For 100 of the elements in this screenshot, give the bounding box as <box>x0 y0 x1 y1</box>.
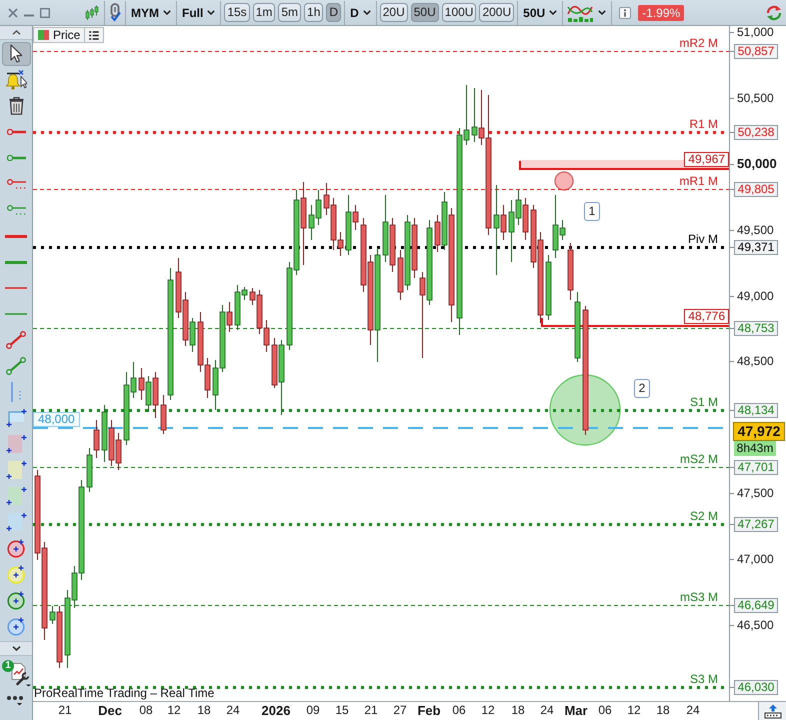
more-dots-icon <box>7 696 25 708</box>
date-label: 24 <box>226 702 240 719</box>
level-label: S3 M <box>690 672 718 686</box>
date-label: 18 <box>656 702 670 719</box>
circle-icon <box>7 590 25 610</box>
level-label: S2 M <box>690 509 718 523</box>
level-price-label: 48,753 <box>734 321 778 336</box>
tool-button[interactable] <box>2 42 30 66</box>
period-dropdown[interactable]: D <box>347 2 374 24</box>
level-price-label: 49,371 <box>734 240 778 255</box>
price-line-label: 48,000 <box>33 412 80 427</box>
date-label: 12 <box>627 702 641 719</box>
date-label: 24 <box>540 702 554 719</box>
change-percent-badge: -1.99% <box>638 4 684 20</box>
note-label: 2 <box>634 379 650 398</box>
level-label: mS2 M <box>680 452 718 466</box>
price-tick-label: 49,500 <box>737 222 774 238</box>
series-color-icon <box>38 30 49 40</box>
timeframe-button[interactable]: 1h <box>304 3 324 22</box>
date-label: 15 <box>335 702 349 719</box>
rectangle-icon <box>6 435 26 453</box>
line-price-label: 48,776 <box>684 309 729 324</box>
date-label: 27 <box>393 702 407 719</box>
link-tick-icon[interactable] <box>109 3 121 22</box>
date-label: 18 <box>511 702 525 719</box>
thick-line-icon <box>5 260 27 264</box>
chevron-down-icon <box>207 10 216 15</box>
note-label: 1 <box>584 202 600 221</box>
unit-button[interactable]: 200U <box>479 3 514 22</box>
timeframe-button[interactable]: D <box>326 3 342 22</box>
scroll-down-button[interactable] <box>0 641 32 656</box>
level-price-label: 47,267 <box>734 517 778 532</box>
date-label: 09 <box>306 702 320 719</box>
count-badge: 1 <box>2 660 14 672</box>
candlestick-icon[interactable] <box>85 4 99 20</box>
document-wrench-icon <box>11 663 31 687</box>
level-price-label: 50,857 <box>734 44 778 59</box>
price-tick-label: 50,500 <box>737 90 774 106</box>
date-label: 21 <box>58 702 72 719</box>
refresh-arrows-icon[interactable] <box>765 4 783 22</box>
level-price-label: 46,649 <box>734 598 778 613</box>
level-label: Piv M <box>688 232 718 246</box>
date-label: 08 <box>139 702 153 719</box>
level-label: S1 M <box>690 395 718 409</box>
level-price-label: 47,701 <box>734 460 778 475</box>
scroll-latest-button[interactable] <box>758 702 786 720</box>
date-label: 24 <box>686 702 700 719</box>
list-icon <box>89 30 100 40</box>
timeframe-button[interactable]: 1m <box>252 3 276 22</box>
timeframe-button[interactable]: 5m <box>278 3 302 22</box>
segment-icon <box>6 357 26 375</box>
close-icon[interactable] <box>8 8 18 18</box>
scroll-up-button[interactable] <box>0 26 32 40</box>
level-price-label: 46,030 <box>734 680 778 695</box>
line-handle-dots-icon <box>6 205 26 215</box>
level-label: mR2 M <box>679 36 718 50</box>
unit-size-dropdown[interactable]: 50U <box>520 2 560 24</box>
rectangle-icon <box>6 513 26 531</box>
segment-icon <box>6 331 26 349</box>
price-tick-label: 47,000 <box>737 551 774 567</box>
chevron-down-icon <box>598 10 606 15</box>
source-caption: ProRealTime Trading – Real Time <box>34 687 214 700</box>
timeframe-button[interactable]: 15s <box>224 3 250 22</box>
instrument-dropdown[interactable]: MYM <box>128 2 174 24</box>
line-handle-icon <box>6 155 26 161</box>
line-price-label: 49,967 <box>684 152 729 167</box>
price-tick-label: 46,500 <box>737 617 774 633</box>
unit-button[interactable]: 50U <box>410 3 439 22</box>
date-label: 12 <box>481 702 495 719</box>
cursor-arrow-icon <box>10 44 22 64</box>
date-label: Mar <box>564 702 588 719</box>
vertical-line-icon <box>11 382 21 402</box>
chevron-up-icon <box>12 30 20 35</box>
circle-icon <box>7 616 25 636</box>
date-label: 21 <box>364 702 378 719</box>
maximize-icon[interactable] <box>40 8 50 18</box>
unit-button[interactable]: 100U <box>442 3 476 22</box>
level-label: mS3 M <box>680 590 718 604</box>
minimize-icon[interactable] <box>24 14 34 17</box>
line-handle-icon <box>6 129 26 135</box>
date-label: 18 <box>197 702 211 719</box>
date-label: Dec <box>98 702 122 719</box>
indicator-chart-icon[interactable] <box>567 4 594 22</box>
level-price-label: 50,238 <box>734 125 778 140</box>
chevron-down-icon <box>163 10 171 15</box>
price-panel-tab[interactable]: Price <box>33 27 86 43</box>
chevron-down-icon <box>549 10 558 15</box>
circle-icon <box>7 538 25 558</box>
level-label: mR1 M <box>679 174 718 188</box>
price-tick-label: 48,500 <box>737 353 774 369</box>
info-icon[interactable] <box>619 6 632 18</box>
list-button[interactable] <box>85 27 104 43</box>
tool-settings-button[interactable]: 1 <box>1 659 31 687</box>
arrow-up-bar-icon <box>764 704 782 718</box>
unit-button[interactable]: 20U <box>380 3 408 22</box>
chevron-down-icon <box>362 10 371 15</box>
rectangle-icon <box>6 487 26 505</box>
trash-icon <box>8 97 24 115</box>
rectangle-icon <box>6 409 26 427</box>
view-dropdown[interactable]: Full <box>179 2 218 24</box>
